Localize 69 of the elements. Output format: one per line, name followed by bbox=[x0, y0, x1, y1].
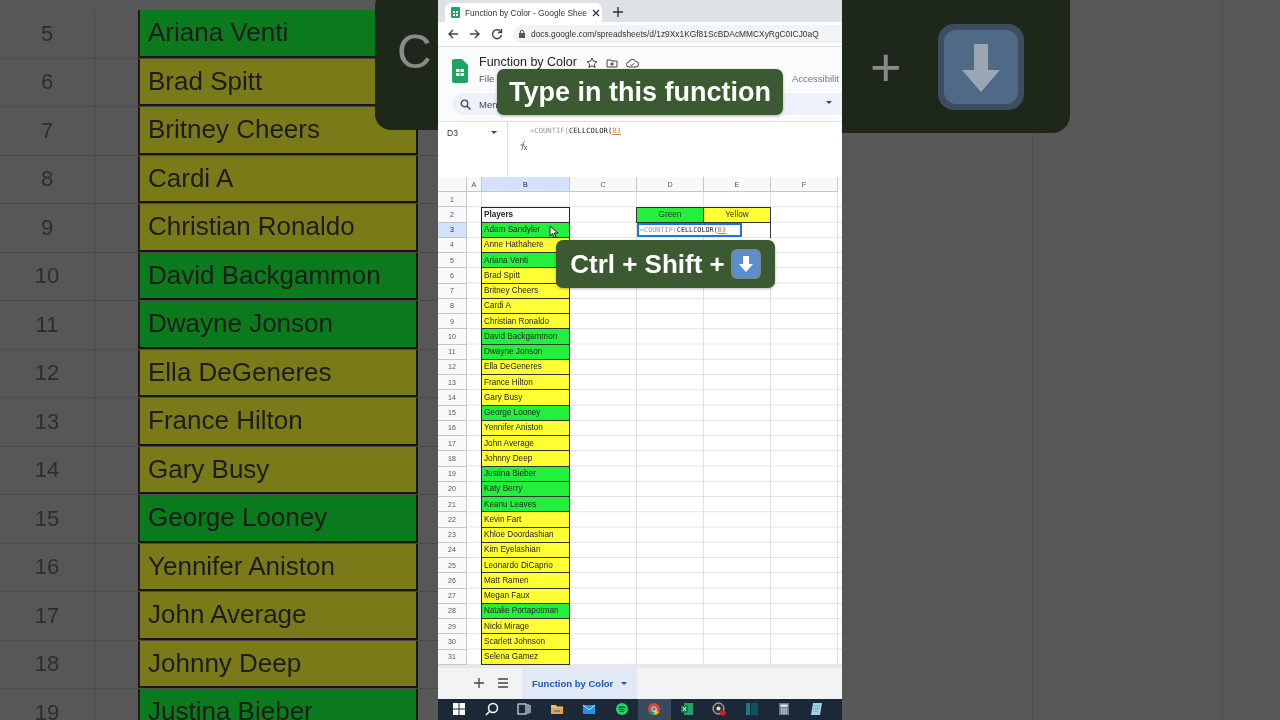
search-icon bbox=[460, 98, 471, 110]
sheets-icon bbox=[450, 7, 461, 18]
caption-text: Type in this function bbox=[509, 76, 771, 108]
menu-icon[interactable] bbox=[498, 678, 508, 689]
name-cell: Dwayne Jonson bbox=[140, 301, 418, 349]
record-icon[interactable] bbox=[712, 702, 727, 717]
header-cell: Green bbox=[636, 207, 704, 223]
table-cell: France Hilton bbox=[481, 375, 570, 391]
table-cell: Leonardo DiCaprio bbox=[481, 558, 570, 574]
back-icon[interactable] bbox=[447, 28, 459, 40]
table-cell: Nicki Mirage bbox=[481, 619, 570, 635]
cloud-icon[interactable] bbox=[626, 57, 639, 69]
name-cell: Cardi A bbox=[140, 155, 418, 203]
menu-item[interactable]: File bbox=[479, 73, 495, 84]
task-view-icon[interactable] bbox=[517, 702, 532, 717]
name-cell: Britney Cheers bbox=[140, 107, 418, 155]
star-icon[interactable] bbox=[586, 57, 598, 69]
dropdown-caret-icon bbox=[491, 131, 497, 134]
name-cell: Ella DeGeneres bbox=[140, 349, 418, 397]
sheet-tab[interactable]: Function by Color bbox=[522, 667, 638, 699]
name-cell: Christian Ronaldo bbox=[140, 204, 418, 252]
name-cell: Gary Busy bbox=[140, 446, 418, 494]
down-arrow-key-icon bbox=[730, 249, 761, 279]
close-icon[interactable] bbox=[591, 7, 601, 18]
address-field[interactable]: docs.google.com/spreadsheets/d/1z9Xx1KGf81ScBDAcMMCXyRgC0ICJ0aQ bbox=[513, 25, 842, 43]
new-tab-icon[interactable] bbox=[612, 6, 624, 18]
name-cell: George Looney bbox=[140, 495, 418, 543]
mouse-pointer-icon bbox=[549, 225, 559, 238]
name-cell: Johnny Deep bbox=[140, 640, 418, 688]
sheets-logo-icon[interactable] bbox=[452, 59, 468, 83]
menu-item[interactable]: Accessibilit bbox=[792, 73, 839, 84]
calculator-icon[interactable] bbox=[777, 702, 792, 717]
table-cell: Johnny Deep bbox=[481, 451, 570, 467]
windows-icon[interactable] bbox=[452, 702, 467, 717]
name-cell: John Average bbox=[140, 592, 418, 640]
name-cell: France Hilton bbox=[140, 398, 418, 446]
notepad-icon[interactable] bbox=[809, 702, 824, 717]
reload-icon[interactable] bbox=[491, 28, 503, 40]
table-cell: John Average bbox=[481, 436, 570, 452]
name-cell: Justina Bieber bbox=[140, 689, 418, 720]
search-icon[interactable] bbox=[484, 702, 499, 717]
table-cell: Scarlett Johnson bbox=[481, 634, 570, 650]
table-cell: Christian Ronaldo bbox=[481, 314, 570, 330]
table-cell: David Backgammon bbox=[481, 329, 570, 345]
lock-icon bbox=[518, 29, 526, 39]
browser-tab[interactable]: Function by Color - Google Shee bbox=[445, 3, 602, 22]
dropdown-caret-icon[interactable] bbox=[826, 101, 832, 104]
caption-text: Ctrl + Shift + bbox=[570, 248, 725, 280]
table-cell: Kevin Fart bbox=[481, 512, 570, 528]
header-cell: Players bbox=[481, 207, 570, 223]
header-cell: Yellow bbox=[703, 207, 771, 223]
down-arrow-key-icon bbox=[935, 21, 1026, 112]
document-title[interactable]: Function by Color bbox=[479, 55, 577, 69]
name-cell: David Backgammon bbox=[140, 252, 418, 300]
forward-icon[interactable] bbox=[469, 28, 481, 40]
browser-icon[interactable] bbox=[647, 702, 662, 717]
mail-icon[interactable] bbox=[582, 702, 597, 717]
caption-text: + bbox=[870, 39, 902, 94]
folder-icon[interactable] bbox=[549, 702, 564, 717]
add-sheet-icon[interactable] bbox=[474, 678, 484, 689]
name-cell: Yennifer Aniston bbox=[140, 543, 418, 591]
music-icon[interactable] bbox=[614, 702, 629, 717]
spreadsheet-icon[interactable] bbox=[679, 702, 694, 717]
table-cell: Keanu Leaves bbox=[481, 497, 570, 513]
panel-icon[interactable] bbox=[744, 702, 759, 717]
table-cell: Gary Busy bbox=[481, 390, 570, 406]
table-cell: Matt Ramen bbox=[481, 573, 570, 589]
dropdown-caret-icon bbox=[621, 681, 628, 685]
folder-icon[interactable] bbox=[606, 57, 618, 69]
